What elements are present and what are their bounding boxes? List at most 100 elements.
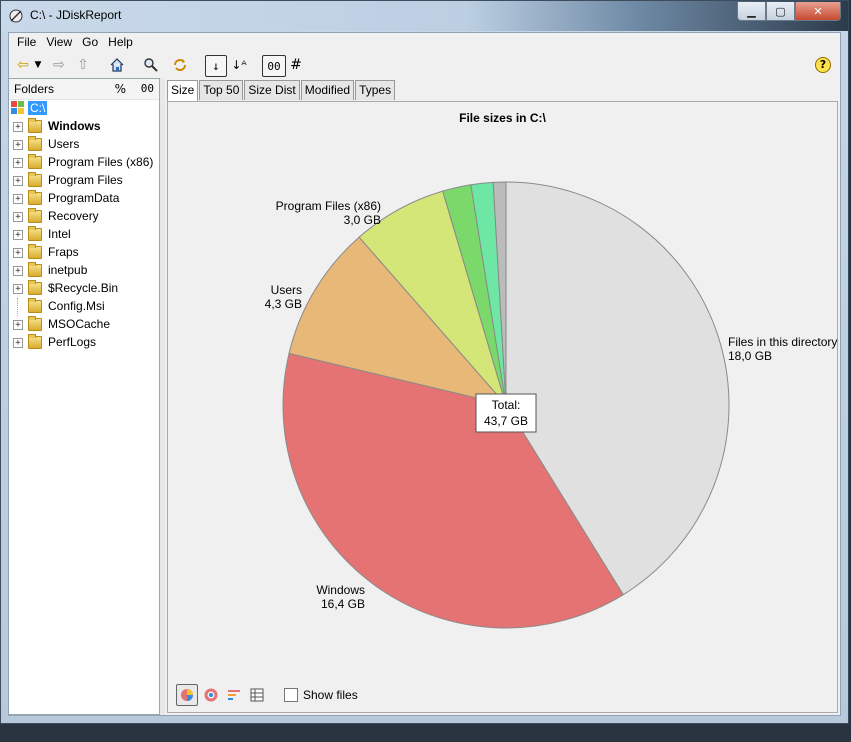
slice-value-label: 18,0 GB: [728, 349, 772, 363]
dropdown-arrow-icon: ▼: [34, 60, 42, 70]
back-history-dropdown[interactable]: ▼: [33, 55, 43, 75]
refresh-button[interactable]: [171, 55, 189, 75]
folders-header: Folders % 00: [9, 79, 159, 100]
table-icon: [250, 688, 264, 702]
tree-item-programdata[interactable]: + ProgramData: [9, 190, 157, 208]
title-bar[interactable]: C:\ - JDiskReport ▁ ▢ ✕: [1, 1, 848, 31]
folders-panel: Folders % 00 C:\ + Windows + Users + Program …: [9, 78, 160, 715]
tree-item-users[interactable]: + Users: [9, 136, 157, 154]
sort-by-size-button[interactable]: ↓: [205, 55, 227, 77]
client-area: File View Go Help ⇦ ▼ ⇨ ⇧ ↓ ↓ᴬ 00 # ? Fo…: [8, 32, 841, 716]
file-count-button[interactable]: #: [288, 55, 304, 75]
slice-value-label: 16,4 GB: [321, 597, 365, 611]
up-button[interactable]: ⇧: [74, 55, 92, 75]
expand-icon[interactable]: +: [13, 338, 23, 348]
tree-item-label: MSOCache: [48, 317, 111, 331]
total-value: 43,7 GB: [484, 414, 528, 428]
chart-area: File sizes in C:\ Files in this director…: [167, 101, 838, 713]
menu-file[interactable]: File: [14, 33, 39, 52]
show-files-checkbox[interactable]: [284, 688, 298, 702]
chart-options-bar: Show files: [176, 684, 358, 706]
tab-types[interactable]: Types: [355, 80, 396, 100]
folder-icon: [28, 334, 42, 349]
pie-chart: Files in this directory18,0 GB Windows16,…: [265, 181, 837, 629]
tree-item-label: Intel: [48, 227, 71, 241]
expand-icon[interactable]: +: [13, 266, 23, 276]
menu-bar: File View Go Help: [9, 33, 840, 52]
toolbar: ⇦ ▼ ⇨ ⇧ ↓ ↓ᴬ 00 #: [9, 53, 840, 77]
tree-item-fraps[interactable]: + Fraps: [9, 244, 157, 262]
ring-view-button[interactable]: [201, 685, 221, 705]
tree-item-recycle-bin[interactable]: + $Recycle.Bin: [9, 280, 157, 298]
tree-item-program-files[interactable]: + Program Files: [9, 172, 157, 190]
window-title: C:\ - JDiskReport: [30, 8, 122, 22]
tab-size[interactable]: Size: [167, 80, 199, 101]
tree-item-label: Windows: [48, 119, 101, 133]
expand-icon[interactable]: +: [13, 284, 23, 294]
expand-icon[interactable]: +: [13, 212, 23, 222]
help-icon[interactable]: ?: [815, 57, 831, 73]
size-units-button[interactable]: 00: [262, 55, 286, 77]
menu-go[interactable]: Go: [79, 33, 101, 52]
slice-name-label: Windows: [316, 583, 365, 597]
folder-icon: [28, 136, 42, 151]
minimize-button[interactable]: ▁: [737, 2, 766, 21]
expand-icon[interactable]: +: [13, 230, 23, 240]
tree-item-perflogs[interactable]: + PerfLogs: [9, 334, 157, 352]
slice-name-label: Program Files (x86): [276, 199, 381, 213]
sort-by-name-button[interactable]: ↓ᴬ: [230, 55, 248, 75]
folder-icon: [28, 244, 42, 259]
folder-icon: [28, 208, 42, 223]
back-button[interactable]: ⇦: [14, 55, 32, 75]
close-icon: ✕: [813, 4, 823, 18]
tab-size-dist[interactable]: Size Dist: [244, 80, 300, 100]
expand-icon[interactable]: +: [13, 122, 23, 132]
tree-item-label: Config.Msi: [48, 299, 105, 313]
bar-view-button[interactable]: [224, 685, 244, 705]
search-button[interactable]: [142, 55, 160, 75]
percent-toggle[interactable]: %: [115, 82, 126, 96]
tab-modified[interactable]: Modified: [300, 80, 355, 100]
folder-icon: [28, 298, 42, 313]
tree-connector: [17, 298, 18, 316]
expand-icon[interactable]: +: [13, 248, 23, 258]
expand-icon[interactable]: +: [13, 194, 23, 204]
folders-header-label: Folders: [14, 82, 55, 96]
tree-item-label: inetpub: [48, 263, 88, 277]
show-files-label[interactable]: Show files: [303, 688, 358, 702]
size-mode-toggle[interactable]: 00: [141, 82, 154, 95]
tree-item-recovery[interactable]: + Recovery: [9, 208, 157, 226]
expand-icon[interactable]: +: [13, 140, 23, 150]
tree-item-program-files-x86[interactable]: + Program Files (x86): [9, 154, 157, 172]
maximize-button[interactable]: ▢: [766, 2, 795, 21]
tree-root[interactable]: C:\: [9, 100, 157, 118]
tree-item-windows[interactable]: + Windows: [9, 118, 157, 136]
tree-item-label: Fraps: [48, 245, 79, 259]
tree-item-msocache[interactable]: + MSOCache: [9, 316, 157, 334]
tree-item-config-msi[interactable]: Config.Msi: [9, 298, 157, 316]
drive-icon: [11, 101, 24, 114]
folder-icon: [28, 280, 42, 295]
folder-icon: [28, 262, 42, 277]
tree-item-label: Recovery: [48, 209, 99, 223]
arrow-right-icon: ⇨: [53, 57, 65, 73]
expand-icon[interactable]: +: [13, 176, 23, 186]
view-tabs: Size Top 50 Size Dist Modified Types: [167, 80, 396, 101]
tab-top-50[interactable]: Top 50: [199, 80, 244, 100]
expand-icon[interactable]: +: [13, 158, 23, 168]
forward-button[interactable]: ⇨: [50, 55, 68, 75]
arrow-left-icon: ⇦: [17, 57, 29, 73]
table-view-button[interactable]: [247, 685, 267, 705]
tree-item-inetpub[interactable]: + inetpub: [9, 262, 157, 280]
folder-icon: [28, 316, 42, 331]
home-button[interactable]: [108, 55, 126, 75]
menu-view[interactable]: View: [43, 33, 75, 52]
tree-item-intel[interactable]: + Intel: [9, 226, 157, 244]
expand-icon[interactable]: +: [13, 320, 23, 330]
close-button[interactable]: ✕: [795, 2, 841, 21]
sort-name-icon: ↓ᴬ: [231, 58, 247, 72]
pie-view-button[interactable]: [176, 684, 198, 706]
window-controls: ▁ ▢ ✕: [737, 2, 841, 21]
tree-item-label: Program Files: [48, 173, 123, 187]
menu-help[interactable]: Help: [105, 33, 136, 52]
